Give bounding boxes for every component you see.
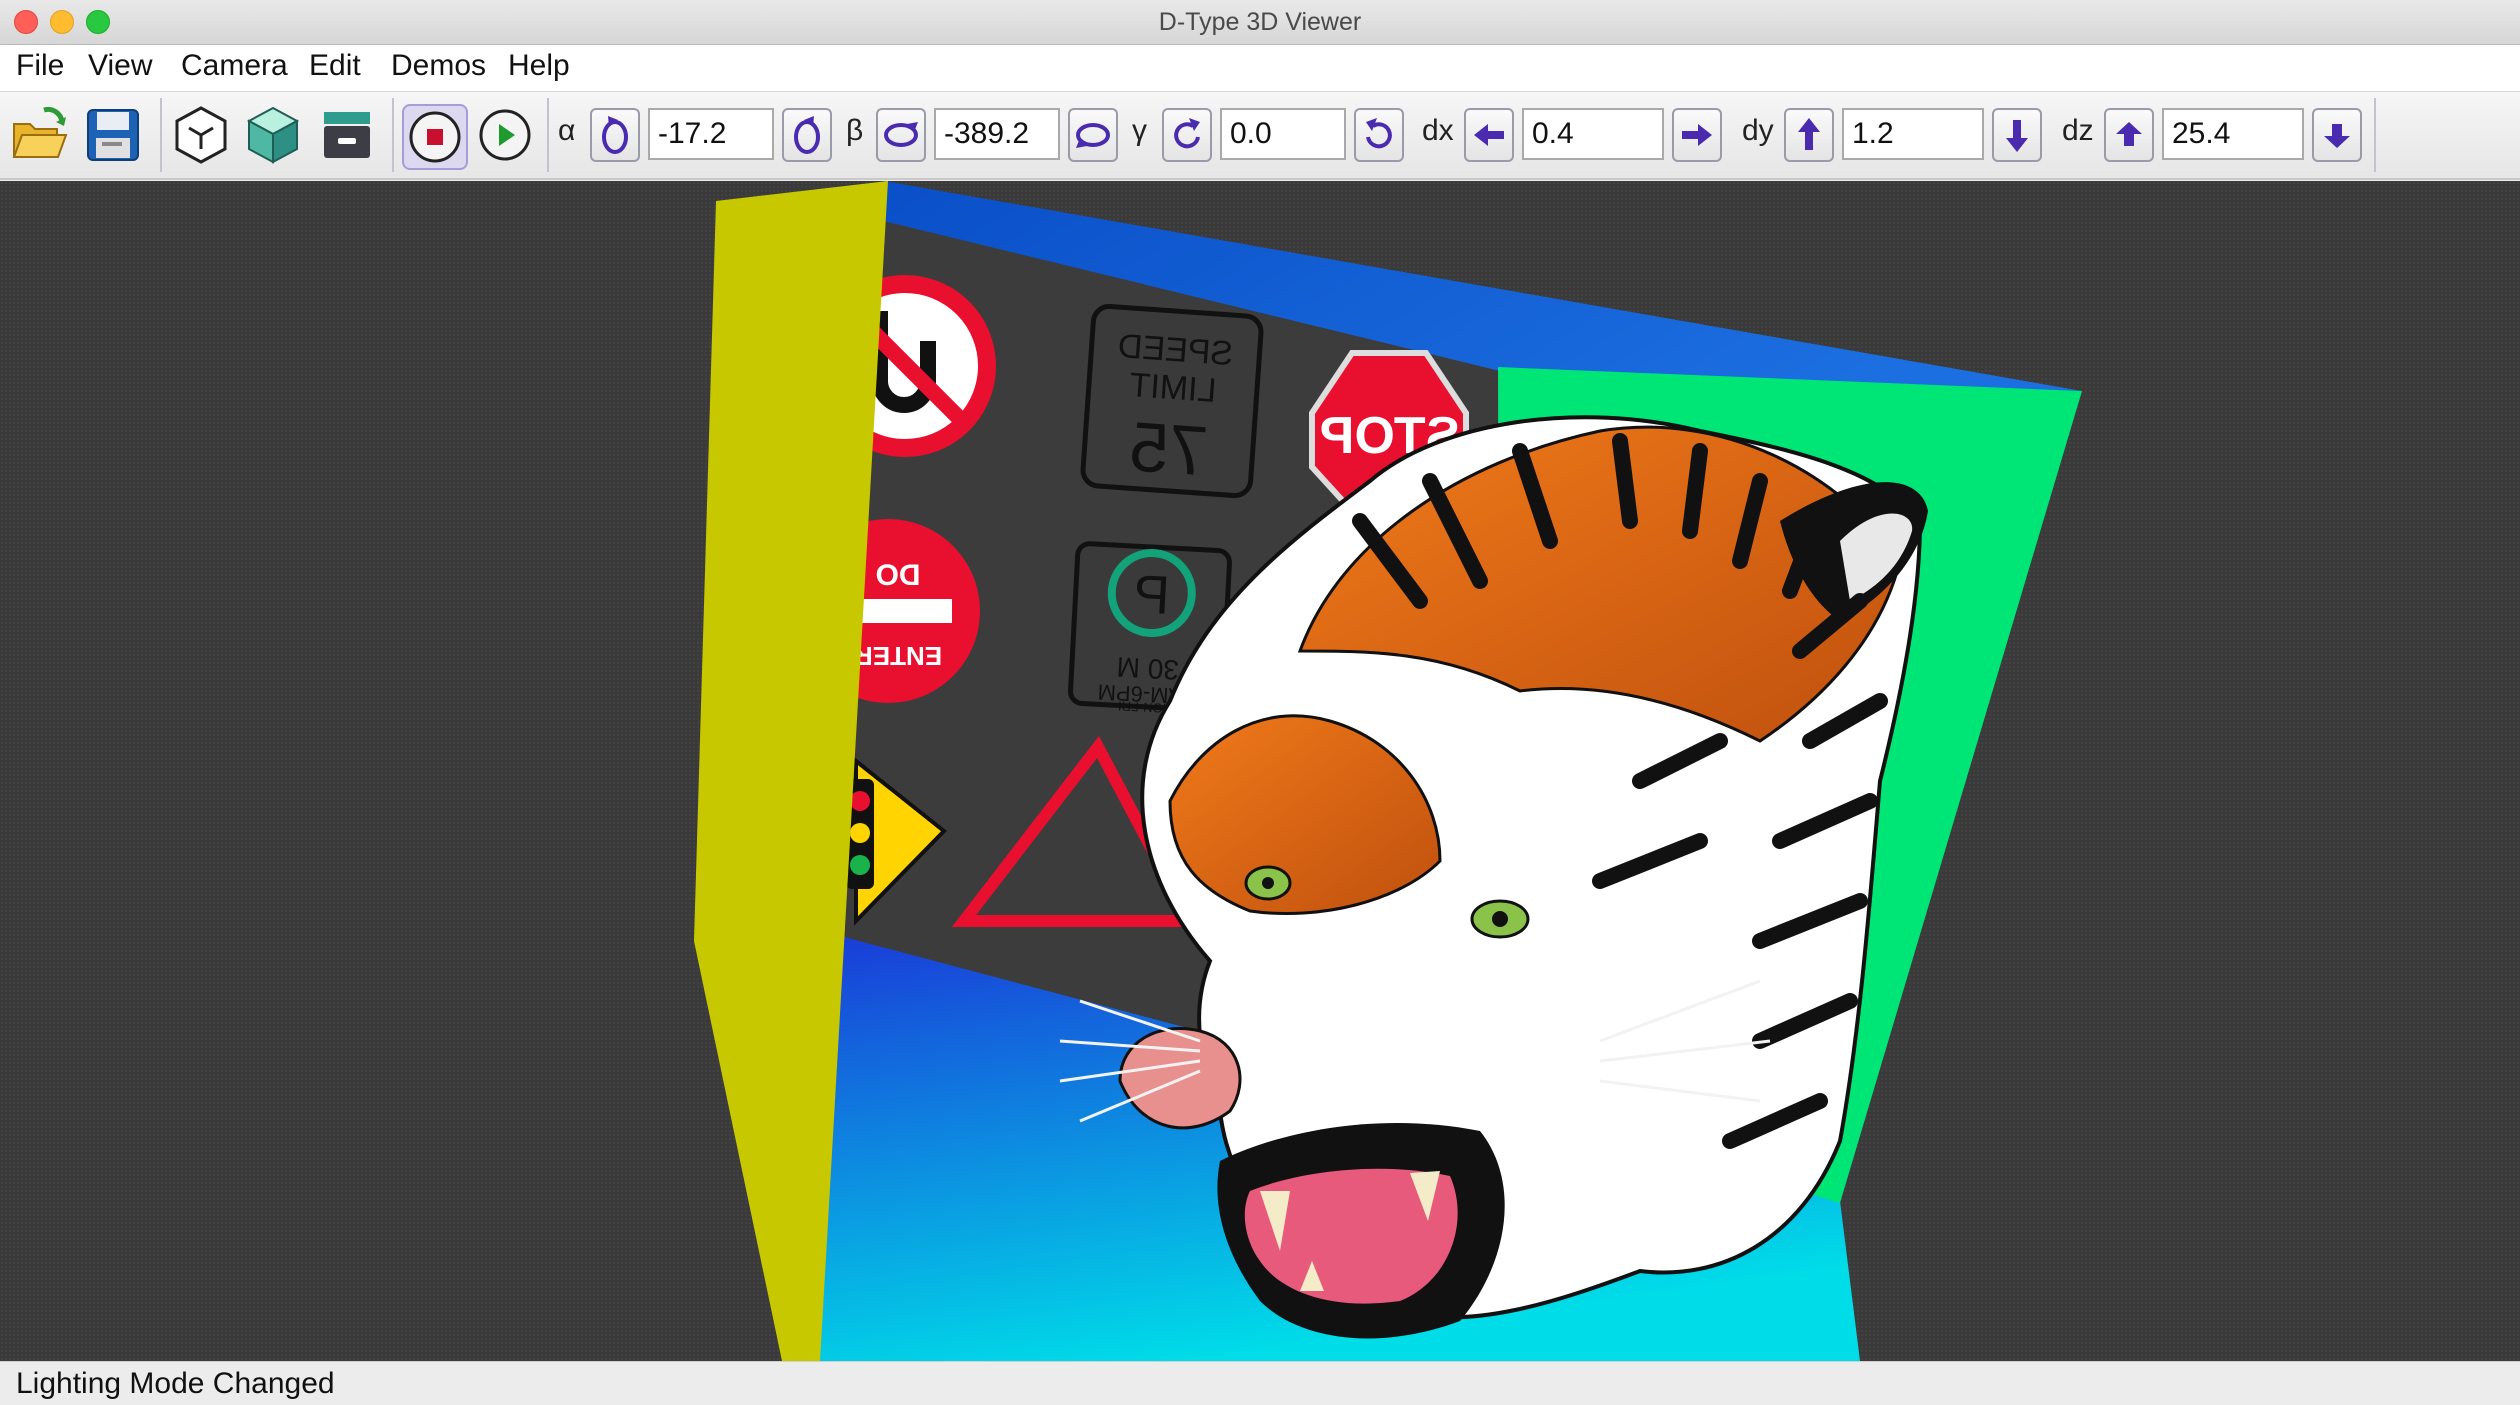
- beta-decrease-button[interactable]: [876, 108, 926, 162]
- arrow-down-icon: [2006, 120, 2028, 152]
- arrow-forward-icon: [2116, 122, 2142, 146]
- dz-backward-button[interactable]: [2312, 108, 2362, 162]
- status-bar: Lighting Mode Changed: [0, 1361, 2520, 1405]
- beta-label: β: [846, 114, 864, 147]
- floppy-disk-icon: [87, 109, 139, 161]
- parking-limit: 30 M: [1116, 651, 1180, 685]
- beta-increase-button[interactable]: [1068, 108, 1118, 162]
- beta-field[interactable]: [934, 108, 1060, 160]
- wireframe-cube-icon: [175, 106, 227, 164]
- open-folder-icon: [12, 106, 68, 158]
- menu-help[interactable]: Help: [508, 49, 570, 83]
- rotate-ccw-icon: [602, 116, 628, 154]
- do-not-enter-bottom: ENTER: [854, 641, 942, 671]
- do-not-enter-top: DO: [876, 559, 921, 592]
- arrow-up-icon: [1798, 118, 1820, 150]
- gamma-increase-button[interactable]: [1354, 108, 1404, 162]
- alpha-label: α: [558, 114, 576, 147]
- alpha-field[interactable]: [648, 108, 774, 160]
- speed-limit-sign: SPEED LIMIT 75: [1080, 303, 1264, 499]
- toolbar-separator: [547, 98, 549, 172]
- title-bar: D-Type 3D Viewer: [0, 0, 2520, 45]
- rotate-right-icon: [1076, 123, 1110, 148]
- dz-forward-button[interactable]: [2104, 108, 2154, 162]
- axes-view-button[interactable]: [170, 104, 232, 166]
- menu-bar: File View Camera Edit Demos Help: [0, 45, 2520, 92]
- play-icon: [479, 109, 531, 161]
- status-message: Lighting Mode Changed: [16, 1367, 335, 1400]
- menu-demos[interactable]: Demos: [391, 49, 486, 83]
- dy-field[interactable]: [1842, 108, 1984, 160]
- dy-label: dy: [1742, 114, 1774, 147]
- gamma-decrease-button[interactable]: [1162, 108, 1212, 162]
- toolbar-separator: [392, 98, 394, 172]
- rotate-left-icon: [884, 122, 918, 147]
- parking-letter: P: [1132, 564, 1171, 626]
- menu-file[interactable]: File: [16, 49, 64, 83]
- dy-decrease-button[interactable]: [1992, 108, 2042, 162]
- speed-limit-line2: LIMIT: [1128, 366, 1217, 410]
- dz-label: dz: [2062, 114, 2094, 147]
- 3d-viewport[interactable]: SPEED LIMIT 75 STOP DO ENTER P 30 M 9AM-…: [0, 181, 2520, 1361]
- menu-edit[interactable]: Edit: [309, 49, 361, 83]
- arrow-backward-icon: [2324, 124, 2350, 148]
- alpha-increase-button[interactable]: [782, 108, 832, 162]
- speed-limit-value: 75: [1127, 407, 1210, 490]
- play-button[interactable]: [474, 104, 536, 166]
- arrow-left-icon: [1474, 124, 1504, 146]
- dx-decrease-button[interactable]: [1464, 108, 1514, 162]
- stop-button[interactable]: [402, 104, 468, 170]
- gamma-field[interactable]: [1220, 108, 1346, 160]
- 3d-scene: SPEED LIMIT 75 STOP DO ENTER P 30 M 9AM-…: [694, 181, 2082, 1361]
- rotate-cw-icon: [794, 116, 820, 154]
- dx-label: dx: [1422, 114, 1454, 147]
- gamma-label: γ: [1132, 114, 1147, 147]
- dx-increase-button[interactable]: [1672, 108, 1722, 162]
- alpha-decrease-button[interactable]: [590, 108, 640, 162]
- rotate-cw-icon: [1174, 118, 1200, 149]
- arrow-right-icon: [1682, 124, 1712, 146]
- save-button[interactable]: [82, 104, 144, 166]
- window-title: D-Type 3D Viewer: [1158, 8, 1362, 36]
- menu-camera[interactable]: Camera: [181, 49, 288, 83]
- solid-cube-icon: [246, 106, 300, 164]
- open-button[interactable]: [8, 104, 70, 166]
- dz-field[interactable]: [2162, 108, 2304, 160]
- archive-button[interactable]: [316, 104, 378, 166]
- toolbar: α β γ: [0, 92, 2520, 180]
- solid-view-button[interactable]: [242, 104, 304, 166]
- archive-box-icon: [324, 112, 370, 158]
- toolbar-separator: [160, 98, 162, 172]
- dx-field[interactable]: [1522, 108, 1664, 160]
- toolbar-separator: [2374, 98, 2376, 172]
- rotate-ccw-icon: [1366, 118, 1392, 149]
- menu-view[interactable]: View: [88, 49, 152, 83]
- dy-increase-button[interactable]: [1784, 108, 1834, 162]
- stop-icon: [409, 111, 461, 163]
